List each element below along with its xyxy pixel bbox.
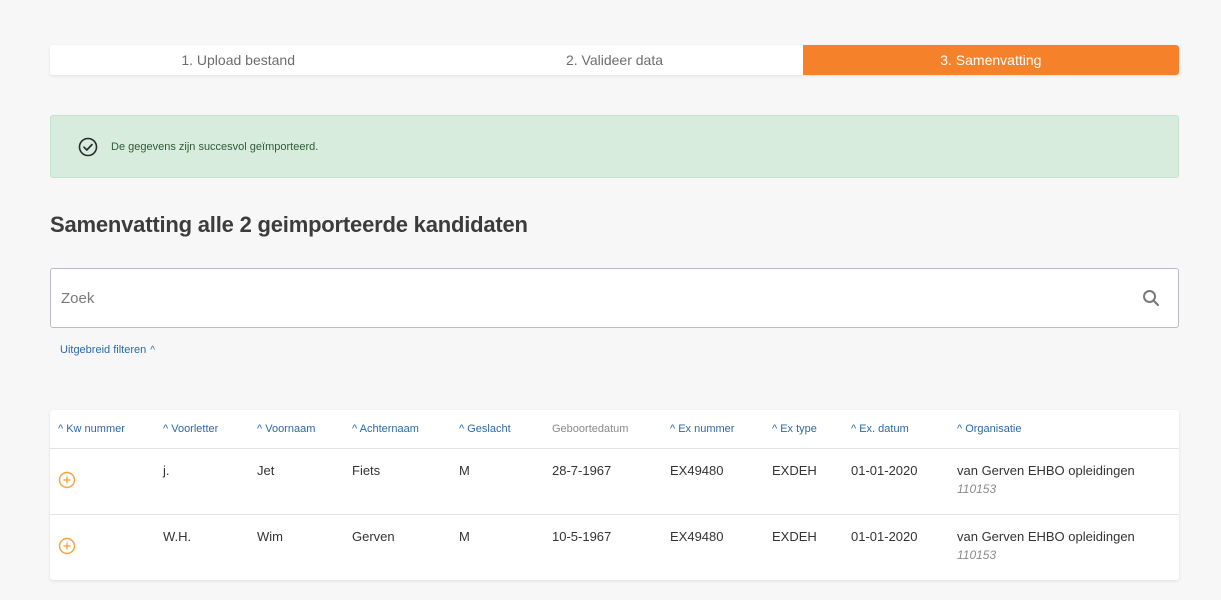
cell-voorletter: W.H.	[163, 528, 192, 544]
cell-geboortedatum: 10-5-1967	[552, 528, 612, 544]
cell-geslacht: M	[459, 528, 470, 544]
cell-organisatie: van Gerven EHBO opleidingen 110153	[949, 514, 1179, 580]
column-header-ex-type[interactable]: ^ Ex type	[764, 410, 843, 449]
organisatie-id: 110153	[957, 547, 997, 562]
cell-voorletter: j.	[163, 462, 170, 478]
cell-voornaam: Jet	[257, 462, 275, 478]
advanced-filter-toggle[interactable]: Uitgebreid filteren ^	[60, 344, 155, 356]
column-header-ex-nummer[interactable]: ^ Ex nummer	[662, 410, 764, 449]
table-row: j. Jet Fiets M 28-7-1967 EX49480 EXDEH 0…	[50, 448, 1179, 514]
cell-ex-type: EXDEH	[772, 528, 817, 544]
column-header-geslacht[interactable]: ^ Geslacht	[451, 410, 544, 449]
cell-ex-nummer: EX49480	[670, 528, 724, 544]
cell-organisatie: van Gerven EHBO opleidingen 110153	[949, 448, 1179, 514]
cell-voornaam: Wim	[257, 528, 283, 544]
step-upload-bestand[interactable]: 1. Upload bestand	[50, 45, 427, 75]
page: 1. Upload bestand 2. Valideer data 3. Sa…	[0, 0, 1221, 600]
cell-achternaam: Fiets	[352, 462, 381, 478]
cell-achternaam: Gerven	[352, 528, 395, 544]
table-header-row: ^ Kw nummer ^ Voorletter ^ Voornaam ^ Ac…	[50, 410, 1179, 449]
column-header-geboortedatum: Geboortedatum	[544, 410, 662, 449]
check-circle-icon	[78, 137, 98, 157]
cell-ex-datum: 01-01-2020	[851, 462, 918, 478]
cell-ex-datum: 01-01-2020	[851, 528, 918, 544]
success-alert: De gegevens zijn succesvol geïmporteerd.	[50, 115, 1179, 178]
column-header-achternaam[interactable]: ^ Achternaam	[344, 410, 451, 449]
column-header-voorletter[interactable]: ^ Voorletter	[155, 410, 249, 449]
expand-cell	[50, 514, 155, 580]
expand-row-icon[interactable]	[58, 537, 76, 555]
chevron-up-icon: ^	[150, 344, 155, 356]
cell-geslacht: M	[459, 462, 470, 478]
search-box	[50, 268, 1179, 328]
table-row: W.H. Wim Gerven M 10-5-1967 EX49480 EXDE…	[50, 514, 1179, 580]
cell-geboortedatum: 28-7-1967	[552, 462, 612, 478]
organisatie-id: 110153	[957, 481, 997, 496]
import-stepper: 1. Upload bestand 2. Valideer data 3. Sa…	[50, 45, 1179, 75]
expand-row-icon[interactable]	[58, 471, 76, 489]
search-icon[interactable]	[1142, 289, 1160, 307]
advanced-filter-label: Uitgebreid filteren	[60, 344, 147, 356]
organisatie-name: van Gerven EHBO opleidingen	[957, 528, 1135, 544]
search-input[interactable]	[51, 269, 1142, 327]
organisatie-name: van Gerven EHBO opleidingen	[957, 462, 1135, 478]
page-title: Samenvatting alle 2 geimporteerde kandid…	[50, 212, 528, 237]
candidates-table: ^ Kw nummer ^ Voorletter ^ Voornaam ^ Ac…	[50, 410, 1179, 580]
column-header-ex-datum[interactable]: ^ Ex. datum	[843, 410, 949, 449]
step-samenvatting[interactable]: 3. Samenvatting	[802, 45, 1179, 75]
column-header-kw-nummer[interactable]: ^ Kw nummer	[50, 410, 155, 449]
cell-ex-nummer: EX49480	[670, 462, 724, 478]
step-valideer-data[interactable]: 2. Valideer data	[426, 45, 803, 75]
column-header-voornaam[interactable]: ^ Voornaam	[249, 410, 344, 449]
expand-cell	[50, 448, 155, 514]
column-header-organisatie[interactable]: ^ Organisatie	[949, 410, 1179, 449]
success-message: De gegevens zijn succesvol geïmporteerd.	[111, 140, 319, 153]
cell-ex-type: EXDEH	[772, 462, 817, 478]
candidates-table-card: ^ Kw nummer ^ Voorletter ^ Voornaam ^ Ac…	[50, 410, 1179, 580]
